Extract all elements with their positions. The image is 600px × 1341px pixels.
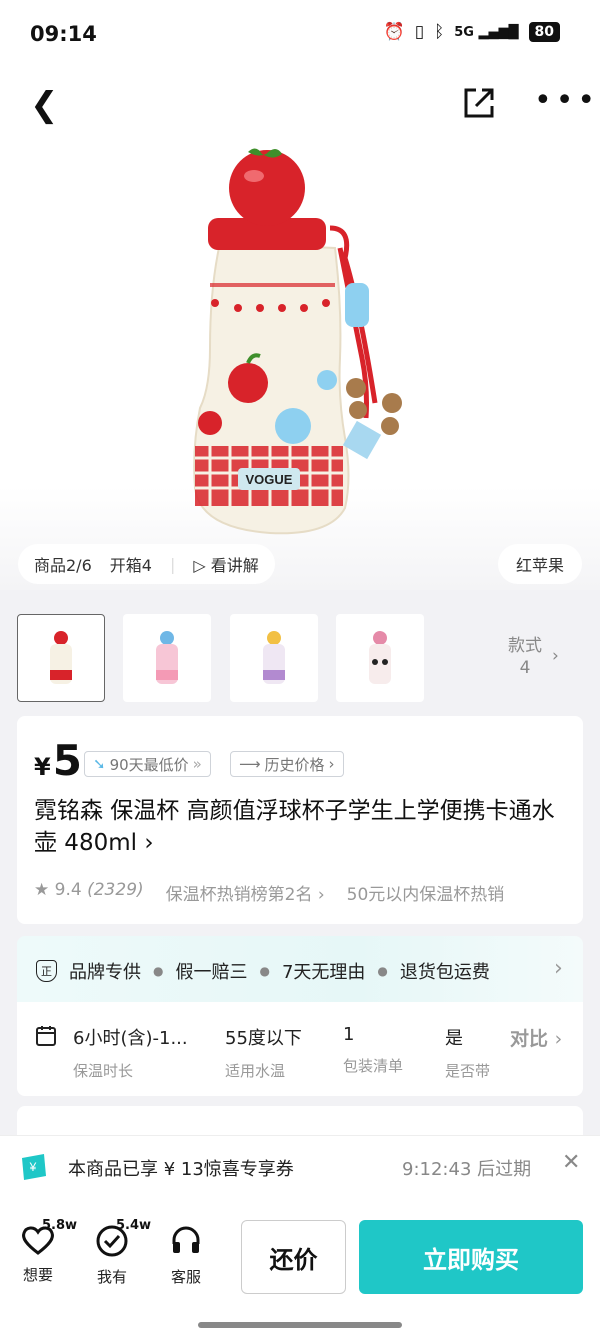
signal-icon: 5G ▂▄▆█ xyxy=(454,24,519,40)
variant-chip[interactable]: 红苹果 xyxy=(497,544,582,584)
close-icon: ✕ xyxy=(562,1150,581,1175)
chip-unbox[interactable]: 开箱4 xyxy=(110,552,152,576)
more-button[interactable]: ••• xyxy=(534,86,599,116)
spec-item: 1 包装清单 xyxy=(343,1024,404,1075)
chevron-right-icon: › xyxy=(554,1028,563,1050)
home-indicator[interactable] xyxy=(198,1322,402,1328)
spec-item: 6小时(含)-1... 保温时长 xyxy=(73,1028,188,1080)
want-button[interactable]: 5.8w 想要 xyxy=(8,1218,77,1285)
more-dots-icon: ••• xyxy=(534,83,600,118)
coupon-text: 本商品已享 ¥ 13惊喜专享券 xyxy=(68,1159,294,1180)
chip-divider: | xyxy=(169,554,176,574)
thumbnail-image xyxy=(263,631,285,684)
chevron-right-icon: › xyxy=(554,956,563,981)
buy-now-button[interactable]: 立即购买 xyxy=(359,1220,583,1294)
share-button[interactable] xyxy=(462,86,496,124)
alarm-icon: ⏰ xyxy=(383,22,405,42)
battery-icon: 80 xyxy=(528,22,560,42)
have-count: 5.4w xyxy=(116,1218,152,1233)
rating[interactable]: ★ 9.4 (2329) xyxy=(34,880,144,905)
service-item: 品牌专供 xyxy=(69,962,141,983)
want-count: 5.8w xyxy=(42,1218,78,1233)
shield-icon: 正 xyxy=(36,960,57,982)
chevron-right-icon: › xyxy=(552,646,559,666)
rank-badge-1[interactable]: 保温杯热销榜第2名 › xyxy=(166,880,325,905)
thumbnail-pink[interactable] xyxy=(123,614,211,702)
compare-button[interactable]: 对比 › xyxy=(510,1024,562,1051)
product-title[interactable]: 霓铭森 保温杯 高颜值浮球杯子学生上学便携卡通水壶 480ml › xyxy=(34,795,574,859)
arrow-icon: ⟶ xyxy=(239,755,261,773)
styles-link[interactable]: 款式 › 4 xyxy=(508,635,559,679)
close-button[interactable]: ✕ xyxy=(562,1150,580,1175)
calendar-icon xyxy=(34,1024,58,1052)
chip-product[interactable]: 商品2/6 xyxy=(34,552,92,576)
price-history-tag[interactable]: ⟶ 历史价格 › xyxy=(230,751,344,777)
service-item: 假一赔三 xyxy=(175,962,248,983)
spec-item: 55度以下 适用水温 xyxy=(225,1028,302,1080)
thumbnail-image xyxy=(369,631,391,684)
bluetooth-icon: ᛒ xyxy=(434,22,445,42)
service-row: 正 品牌专供 ● 假一赔三 ● 7天无理由 ● 退货包运费 xyxy=(36,958,490,984)
share-icon xyxy=(464,88,494,118)
service-item: 退货包运费 xyxy=(399,962,490,983)
thumbnail-image xyxy=(156,631,178,684)
have-button[interactable]: 5.4w 我有 xyxy=(82,1218,151,1287)
chevron-left-icon: ❮ xyxy=(30,85,59,125)
status-time: 09:14 xyxy=(30,22,97,46)
customer-service-button[interactable]: 客服 xyxy=(156,1224,216,1287)
star-icon: ★ xyxy=(34,880,50,900)
vibrate-icon: ▯ xyxy=(414,22,425,42)
bargain-button[interactable]: 还价 xyxy=(241,1220,346,1294)
coupon-expiry: 9:12:43 后过期 xyxy=(402,1159,532,1180)
trend-down-icon: ➘ xyxy=(93,755,106,773)
coupon-icon: ¥ xyxy=(18,1150,50,1186)
svg-text:¥: ¥ xyxy=(29,1160,37,1174)
headset-icon xyxy=(172,1226,200,1253)
lowest-price-tag[interactable]: ➘ 90天最低价» xyxy=(84,751,211,777)
rating-row: ★ 9.4 (2329) 保温杯热销榜第2名 › 50元以内保温杯热销 xyxy=(34,880,574,905)
play-icon: ▷ xyxy=(193,556,211,575)
media-chips: 商品2/6 开箱4 | ▷ 看讲解 xyxy=(18,544,275,584)
rank-badge-2[interactable]: 50元以内保温杯热销 xyxy=(347,880,505,905)
bottle-brand-text: VOGUE xyxy=(246,472,293,487)
chevron-right-icon: › xyxy=(328,755,335,773)
price: ¥ 5 xyxy=(34,736,82,785)
back-button[interactable]: ❮ xyxy=(30,88,59,122)
status-icons: ⏰ ▯ ᛒ 5G ▂▄▆█ 80 xyxy=(384,22,560,42)
product-image: VOGUE xyxy=(193,148,402,535)
spec-item: 是 是否带 xyxy=(445,1028,491,1080)
thumbnail-red[interactable] xyxy=(17,614,105,702)
thumbnail-image xyxy=(50,631,72,684)
service-item: 7天无理由 xyxy=(281,962,366,983)
thumbnail-purple[interactable] xyxy=(230,614,318,702)
thumbnail-panda[interactable] xyxy=(336,614,424,702)
chip-explain[interactable]: ▷ 看讲解 xyxy=(193,552,258,576)
